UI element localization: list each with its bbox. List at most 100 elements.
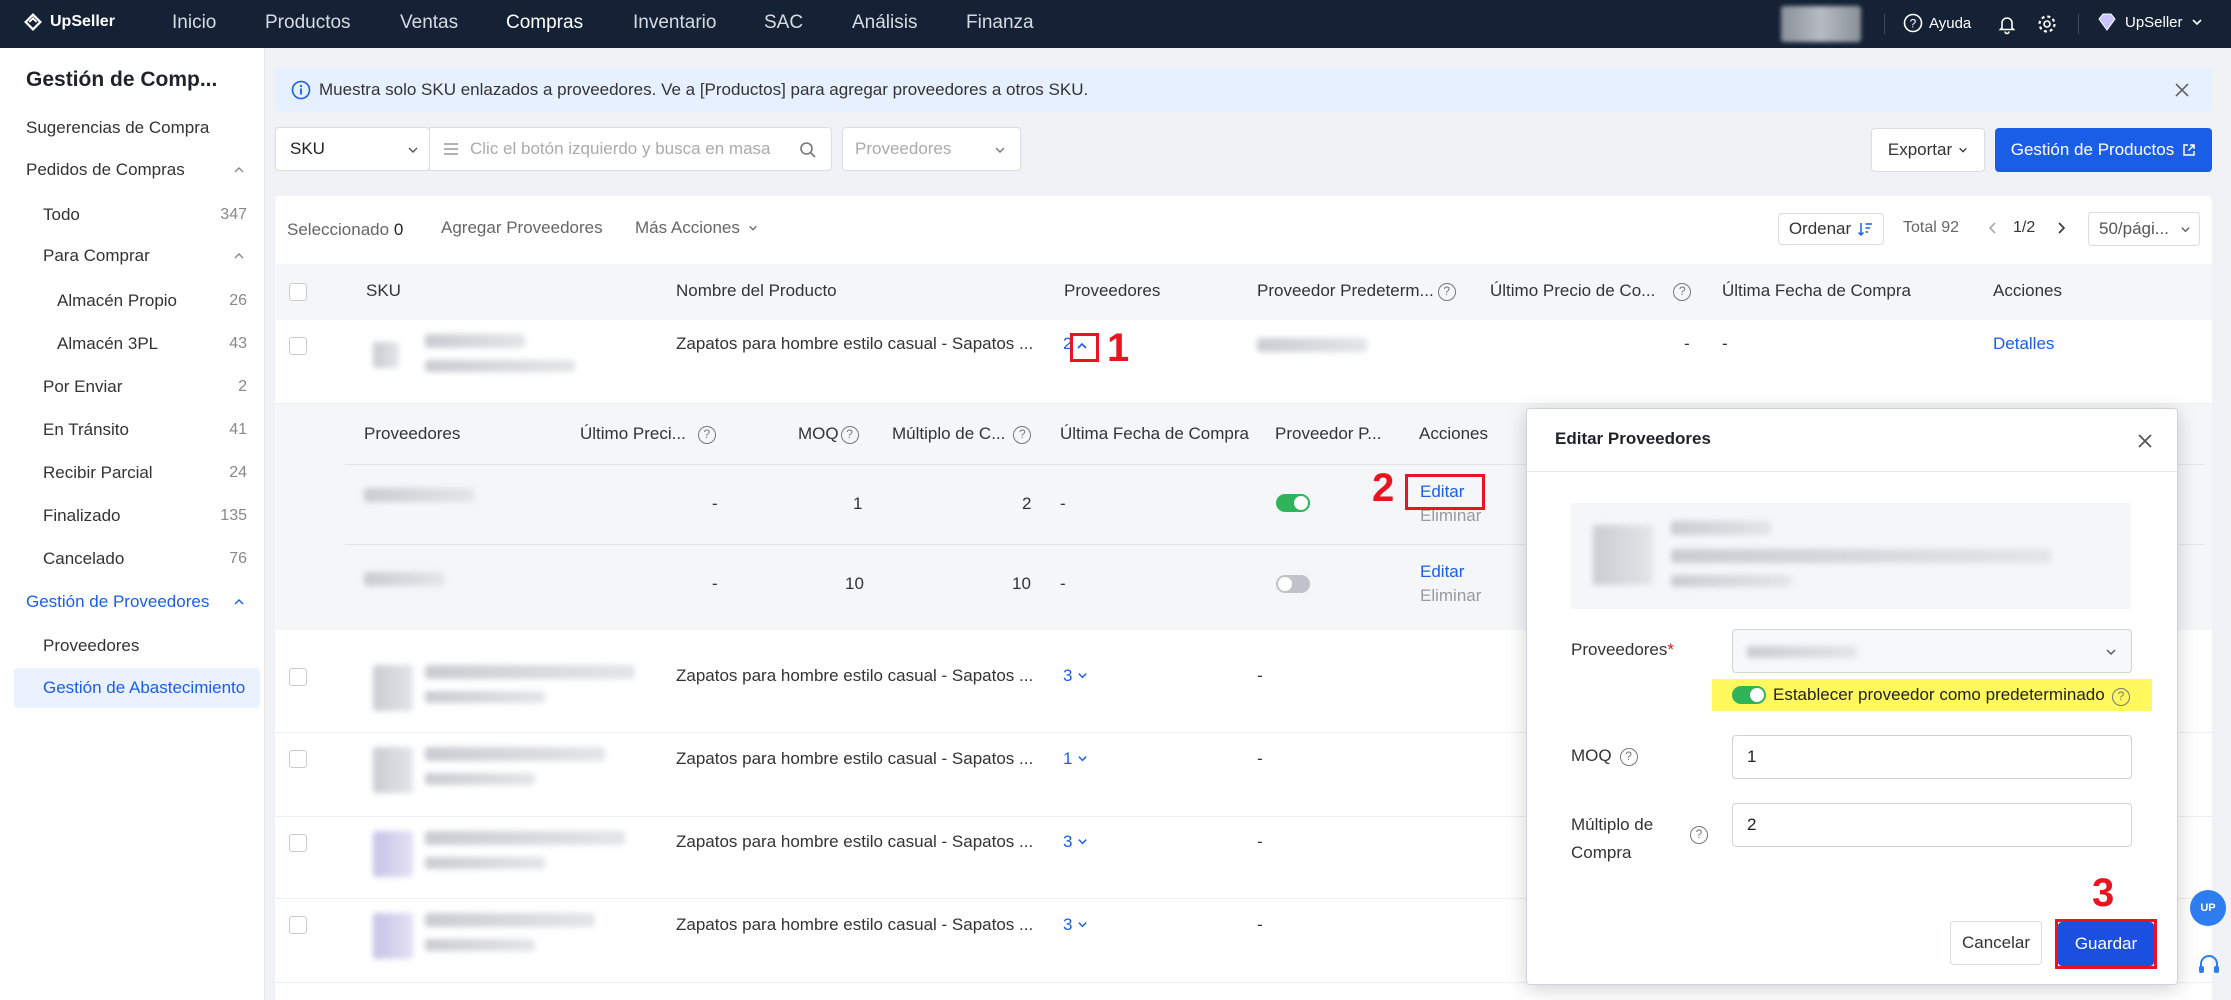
proveedores-count[interactable]: 3 [1063, 666, 1088, 686]
page-size-select[interactable]: 50/pági... [2088, 212, 2200, 246]
sidebar-item-finalizado[interactable]: Finalizado 135 [0, 498, 265, 534]
question-icon[interactable]: ? [1437, 282, 1456, 301]
gear-icon[interactable] [2036, 13, 2058, 35]
multiplo-label-line1: Múltiplo de [1571, 815, 1654, 834]
default-supplier-toggle[interactable] [1732, 686, 1766, 704]
sidebar-item-para-comprar[interactable]: Para Comprar [0, 238, 265, 274]
user-menu[interactable]: UpSeller [2097, 13, 2203, 31]
proveedores-field-label: Proveedores* [1571, 640, 1674, 660]
nav-inventario[interactable]: Inventario [633, 12, 716, 34]
row-checkbox[interactable] [289, 916, 307, 934]
bell-icon[interactable] [1996, 13, 2018, 35]
col-predeterminado: Proveedor Predeterm...? [1257, 281, 1456, 301]
sidebar-item-todo[interactable]: Todo 347 [0, 197, 265, 233]
sidebar-item-proveedores[interactable]: Proveedores [0, 628, 265, 664]
proveedores-count[interactable]: 3 [1063, 915, 1088, 935]
select-all-checkbox[interactable] [289, 283, 307, 301]
question-icon[interactable]: ? [2112, 688, 2130, 706]
nav-sac[interactable]: SAC [764, 12, 803, 34]
nav-compras[interactable]: Compras [506, 12, 583, 34]
nav-productos[interactable]: Productos [265, 12, 351, 34]
ordenar-button[interactable]: Ordenar [1778, 213, 1884, 245]
sidebar-item-recibir-parcial[interactable]: Recibir Parcial 24 [0, 455, 265, 491]
page-size-value: 50/pági... [2099, 219, 2169, 238]
sidebar-item-label: Todo [43, 205, 80, 224]
moq-input[interactable]: 1 [1732, 735, 2132, 779]
row-checkbox[interactable] [289, 668, 307, 686]
sidebar-item-gestion-proveedores[interactable]: Gestión de Proveedores [0, 584, 265, 620]
sku-code [425, 831, 625, 845]
sidebar-item-almacen-3pl[interactable]: Almacén 3PL 43 [0, 326, 265, 362]
sku-select-value: SKU [290, 139, 325, 158]
close-icon[interactable] [2172, 80, 2192, 100]
sub-multiplo: 2 [1022, 494, 1032, 513]
headset-icon[interactable] [2196, 952, 2222, 978]
sidebar-item-por-enviar[interactable]: Por Enviar 2 [0, 369, 265, 405]
sidebar-item-sugerencias[interactable]: Sugerencias de Compra [0, 110, 265, 146]
sidebar-item-almacen-propio[interactable]: Almacén Propio 26 [0, 283, 265, 319]
product-name: Zapatos para hombre estilo casual - Sapa… [676, 832, 1034, 851]
supplier-name [364, 488, 474, 502]
row-checkbox[interactable] [289, 337, 307, 355]
subcol-ultima-fecha: Última Fecha de Compra [1060, 424, 1249, 443]
row-checkbox[interactable] [289, 834, 307, 852]
multiplo-label: Múltiplo de Compra [1571, 811, 1653, 867]
search-input[interactable]: Clic el botón izquierdo y busca en masa [429, 127, 832, 171]
sidebar-item-cancelado[interactable]: Cancelado 76 [0, 541, 265, 577]
close-icon[interactable] [2135, 431, 2155, 451]
sku-select[interactable]: SKU [275, 127, 430, 171]
cancel-button[interactable]: Cancelar [1950, 921, 2042, 965]
default-toggle[interactable] [1276, 575, 1310, 593]
last-date: - [1722, 334, 1728, 353]
brand-logo[interactable]: UpSeller [22, 11, 115, 33]
sidebar-item-label: Gestión de Abastecimiento [43, 678, 246, 697]
question-icon[interactable]: ? [1013, 425, 1032, 444]
proveedores-count[interactable]: 3 [1063, 832, 1088, 852]
help-link[interactable]: ? Ayuda [1903, 13, 1971, 33]
proveedores-select[interactable] [1732, 629, 2132, 673]
proveedores-count[interactable]: 1 [1063, 749, 1088, 769]
svg-text:?: ? [1910, 17, 1917, 31]
chevron-left-icon[interactable] [1987, 221, 1999, 235]
nav-finanza[interactable]: Finanza [966, 12, 1034, 34]
eliminar-link[interactable]: Eliminar [1420, 586, 1481, 606]
sidebar-item-label: Finalizado [43, 506, 121, 525]
proveedores-count-value: 3 [1063, 666, 1073, 685]
chevron-right-icon[interactable] [2055, 221, 2067, 235]
proveedores-select[interactable]: Proveedores [842, 127, 1021, 171]
default-supplier: - [1257, 666, 1263, 685]
agregar-proveedores-button[interactable]: Agregar Proveedores [441, 218, 603, 238]
nav-ventas[interactable]: Ventas [400, 12, 458, 34]
default-toggle[interactable] [1276, 494, 1310, 512]
mas-acciones-dropdown[interactable]: Más Acciones [635, 218, 758, 238]
col-ultimo-precio-label: Último Precio de Co... [1490, 281, 1656, 300]
product-name: Zapatos para hombre estilo casual - Sapa… [676, 666, 1034, 685]
chevron-down-icon [2191, 19, 2202, 26]
exportar-button[interactable]: Exportar [1871, 128, 1985, 172]
sidebar-item-label: Almacén 3PL [57, 334, 159, 353]
nav-analisis[interactable]: Análisis [852, 12, 917, 34]
row-checkbox[interactable] [289, 750, 307, 768]
col-sku: SKU [366, 281, 401, 300]
promo-badge-icon[interactable]: UP [2190, 890, 2226, 926]
question-icon[interactable]: ? [697, 425, 716, 444]
product-title [1671, 549, 2051, 563]
question-icon[interactable]: ? [1690, 826, 1708, 844]
chevron-down-icon [1078, 756, 1087, 762]
sidebar-item-en-transito[interactable]: En Tránsito 41 [0, 412, 265, 448]
gestion-productos-button[interactable]: Gestión de Productos [1995, 128, 2212, 172]
detalles-link[interactable]: Detalles [1993, 334, 2054, 354]
moq-value: 1 [1747, 747, 1757, 766]
search-icon[interactable] [799, 141, 817, 159]
account-switcher[interactable] [1781, 6, 1861, 42]
info-icon [291, 80, 311, 100]
multiplo-input[interactable]: 2 [1732, 803, 2132, 847]
question-icon[interactable]: ? [1673, 282, 1692, 301]
sidebar-item-pedidos[interactable]: Pedidos de Compras [0, 152, 265, 188]
exportar-label: Exportar [1887, 140, 1953, 159]
sidebar-item-abastecimiento[interactable]: Gestión de Abastecimiento [14, 668, 260, 708]
question-icon[interactable]: ? [840, 425, 859, 444]
editar-link[interactable]: Editar [1420, 562, 1464, 582]
nav-inicio[interactable]: Inicio [172, 12, 216, 34]
question-icon[interactable]: ? [1619, 747, 1638, 766]
